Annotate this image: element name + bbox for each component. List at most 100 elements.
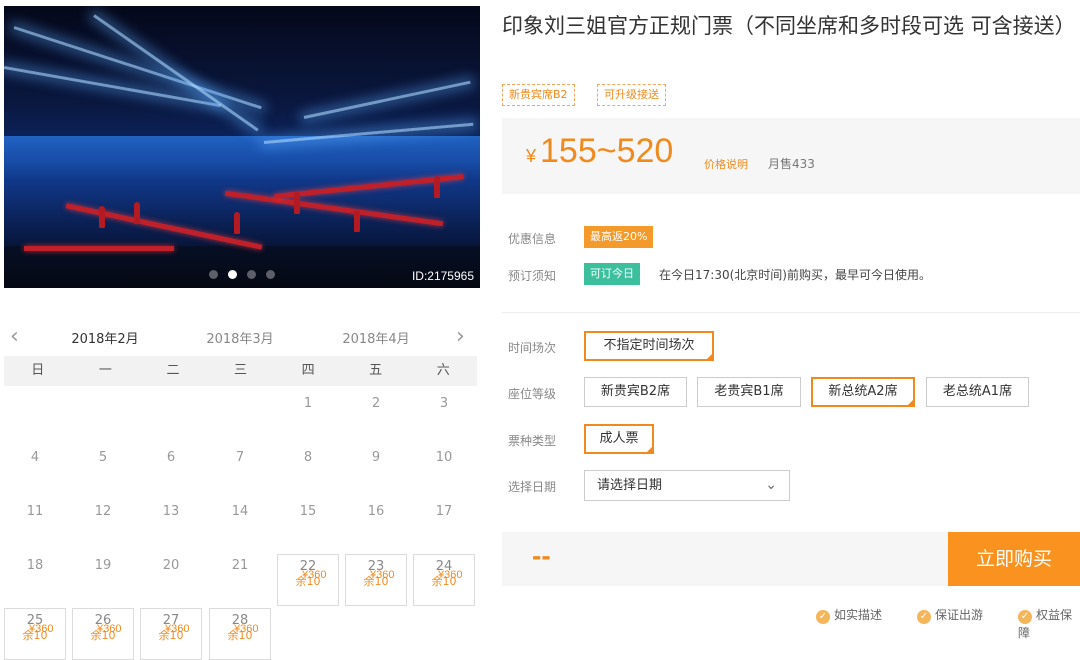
calendar-day-available[interactable]: 27 ¥360 余10 (140, 608, 202, 660)
total-price: -- (532, 540, 551, 571)
date-label: 选择日期 (508, 480, 557, 494)
product-tag: 可升级接送 (597, 84, 666, 106)
guarantee-label: 如实描述 (834, 608, 883, 622)
month-tab-mar[interactable]: 2018年3月 (190, 328, 290, 347)
prev-month-icon[interactable]: ‹ (10, 324, 19, 349)
next-month-icon[interactable]: › (456, 324, 465, 349)
calendar-day: 11 (4, 500, 66, 552)
light-beam (303, 80, 471, 119)
day-price: ¥360 (234, 623, 259, 635)
calendar-day: 7 (209, 446, 271, 498)
performer (234, 212, 240, 234)
weekday-label: 日 (31, 363, 45, 378)
calendar-day-available[interactable]: 23 ¥360 余10 (345, 554, 407, 606)
weekday-label: 五 (369, 363, 383, 378)
weekday-label: 一 (98, 363, 112, 378)
seat-option-b2[interactable]: 新贵宾B2席 (584, 377, 687, 407)
day-number: 3 (439, 396, 449, 411)
monthly-sales: 月售433 (768, 157, 815, 171)
slide-dot[interactable] (209, 270, 218, 279)
discount-label: 优惠信息 (508, 232, 557, 246)
price-value: 155~520 (540, 132, 674, 170)
slide-dot-active[interactable] (228, 270, 237, 279)
calendar-day-available[interactable]: 22 ¥360 余10 (277, 554, 339, 606)
seat-option-a1[interactable]: 老总统A1席 (926, 377, 1029, 407)
calendar-day: 21 (209, 554, 271, 606)
calendar-day: 2 (345, 392, 407, 444)
date-select-value: 请选择日期 (597, 478, 663, 493)
calendar-day: 18 (4, 554, 66, 606)
calendar-day: 17 (413, 500, 475, 552)
product-tag: 新贵宾席B2 (502, 84, 575, 106)
time-option[interactable]: 不指定时间场次 (584, 331, 714, 361)
slide-indicator (4, 264, 480, 283)
slide-dot[interactable] (247, 270, 256, 279)
date-select[interactable]: 请选择日期 ⌄ (584, 470, 790, 501)
day-number: 19 (94, 558, 112, 573)
calendar-day-available[interactable]: 24 ¥360 余10 (413, 554, 475, 606)
currency-symbol: ¥ (526, 146, 537, 166)
day-number: 10 (435, 450, 453, 465)
discount-badge: 最高返20% (584, 226, 654, 248)
weekday-label: 四 (301, 363, 315, 378)
day-number: 4 (30, 450, 40, 465)
calendar-day: 5 (72, 446, 134, 498)
day-number: 13 (162, 504, 180, 519)
month-tab-feb[interactable]: 2018年2月 (47, 328, 163, 363)
booking-label: 预订须知 (508, 269, 557, 283)
day-number: 17 (435, 504, 453, 519)
performer (354, 210, 360, 232)
calendar-day-available[interactable]: 28 ¥360 余10 (209, 608, 271, 660)
day-number: 15 (299, 504, 317, 519)
light-beam (13, 26, 262, 110)
day-price: ¥360 (165, 623, 190, 635)
price-box: ¥155~520 价格说明 月售433 (502, 118, 1080, 194)
calendar-day-available[interactable]: 26 ¥360 余10 (72, 608, 134, 660)
day-number: 1 (303, 396, 313, 411)
weekday-label: 二 (166, 363, 180, 378)
seat-option-a2[interactable]: 新总统A2席 (811, 377, 915, 407)
booking-badge: 可订今日 (584, 263, 640, 285)
day-price: ¥360 (29, 623, 54, 635)
day-number: 2 (371, 396, 381, 411)
day-number: 16 (367, 504, 385, 519)
day-price: ¥360 (97, 623, 122, 635)
weekday-label: 六 (436, 363, 450, 378)
calendar-day: 6 (140, 446, 202, 498)
performer (434, 176, 440, 198)
check-icon: ✓ (917, 610, 931, 624)
booking-text: 在今日17:30(北京时间)前购买，最早可今日使用。 (659, 268, 931, 282)
check-icon: ✓ (1018, 610, 1032, 624)
product-title: 印象刘三姐官方正规门票（不同坐席和多时段可选 可含接送） (502, 14, 1076, 38)
slide-dot[interactable] (266, 270, 275, 279)
day-price: ¥360 (370, 569, 395, 581)
guarantee-item: ✓ 保证出游 (917, 606, 983, 624)
ticket-label: 票种类型 (508, 434, 557, 448)
day-number: 5 (98, 450, 108, 465)
calendar-month-nav: ‹ 2018年2月 2018年3月 2018年4月 › (0, 318, 480, 363)
calendar-day: 16 (345, 500, 407, 552)
price-note-link[interactable]: 价格说明 (704, 156, 748, 172)
time-label: 时间场次 (508, 341, 557, 355)
photo-water (4, 136, 480, 246)
buy-now-button[interactable]: 立即购买 (948, 532, 1080, 586)
calendar-day: 14 (209, 500, 271, 552)
ticket-option[interactable]: 成人票 (584, 424, 654, 454)
calendar-day-available[interactable]: 25 ¥360 余10 (4, 608, 66, 660)
day-number: 14 (231, 504, 249, 519)
guarantee-item: ✓ 如实描述 (816, 606, 882, 624)
raft (24, 246, 174, 251)
seat-label: 座位等级 (508, 387, 557, 401)
month-tab-apr[interactable]: 2018年4月 (326, 328, 426, 347)
guarantee-label: 保证出游 (935, 608, 984, 622)
check-icon: ✓ (816, 610, 830, 624)
guarantee-item: ✓ 权益保障 (1018, 606, 1080, 641)
calendar-day: 8 (277, 446, 339, 498)
weekday-label: 三 (234, 363, 248, 378)
day-number: 21 (231, 558, 249, 573)
performer (134, 202, 140, 224)
light-beam (93, 14, 259, 132)
calendar-day: 15 (277, 500, 339, 552)
product-photo[interactable]: ID:2175965 (4, 6, 480, 288)
seat-option-b1[interactable]: 老贵宾B1席 (697, 377, 801, 407)
